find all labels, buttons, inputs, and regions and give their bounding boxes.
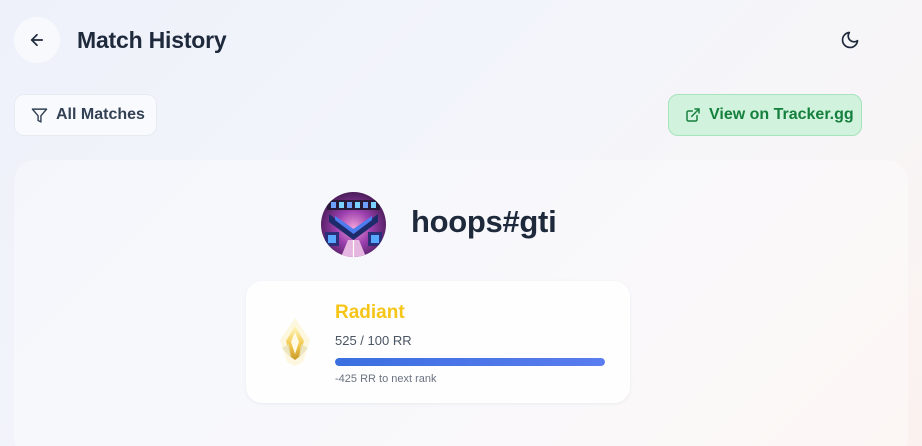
- rank-progress-bar: [335, 358, 605, 366]
- rank-name: Radiant: [335, 302, 405, 323]
- page-title: Match History: [77, 26, 227, 53]
- view-on-tracker-button[interactable]: View on Tracker.gg: [668, 94, 862, 136]
- next-rank-text: -425 RR to next rank: [335, 373, 437, 385]
- rank-rating-text: 525 / 100 RR: [335, 333, 412, 348]
- arrow-left-icon: [30, 33, 44, 47]
- back-button[interactable]: [14, 17, 60, 63]
- external-link-icon: [686, 108, 700, 122]
- theme-toggle-button[interactable]: [834, 24, 866, 56]
- page-header: Match History: [14, 16, 894, 64]
- filter-icon: [31, 107, 48, 123]
- avatar: [321, 192, 386, 257]
- all-matches-filter-button[interactable]: All Matches: [14, 94, 157, 136]
- tracker-label: View on Tracker.gg: [709, 106, 854, 123]
- radiant-rank-icon: [276, 314, 314, 368]
- rank-progress-fill: [335, 358, 605, 366]
- filter-label: All Matches: [56, 106, 145, 123]
- player-name: hoops#gti: [411, 204, 557, 239]
- moon-icon: [841, 31, 859, 49]
